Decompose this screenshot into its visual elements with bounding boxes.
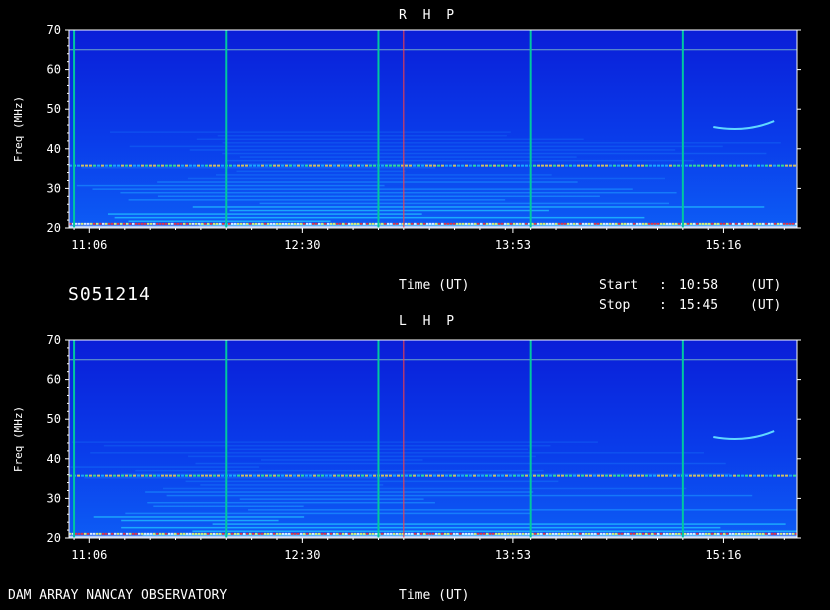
lhp-y-tick-label-50: 50 bbox=[47, 412, 61, 426]
rhp-x-tick-label-0: 11:06 bbox=[71, 238, 107, 252]
rhp-y-tick-label-70: 70 bbox=[47, 23, 61, 37]
rhp-y-tick-label-40: 40 bbox=[47, 142, 61, 156]
lhp-x-tick-label-2: 13:53 bbox=[495, 548, 531, 562]
rhp-x-tick-label-2: 13:53 bbox=[495, 238, 531, 252]
lhp-y-tick-label-40: 40 bbox=[47, 452, 61, 466]
spectrogram-figure: 20 30 40 50 60 70 Freq (MHz) 11:06 12:30 13:53 15:… bbox=[12, 23, 801, 562]
rhp-spectrum-bg bbox=[69, 30, 797, 228]
rhp-y-tick-label-30: 30 bbox=[47, 181, 61, 195]
lhp-y-tick-label-20: 20 bbox=[47, 531, 61, 545]
rhp-x-tick-label-3: 15:16 bbox=[705, 238, 741, 252]
rhp-x-tick-label-1: 12:30 bbox=[284, 238, 320, 252]
lhp-spectrum-bg bbox=[69, 340, 797, 538]
lhp-y-tick-label-60: 60 bbox=[47, 373, 61, 387]
lhp-y-axis-label: Freq (MHz) bbox=[12, 406, 25, 472]
rhp-y-tick-label-20: 20 bbox=[47, 221, 61, 235]
rhp-y-tick-label-50: 50 bbox=[47, 102, 61, 116]
lhp-y-tick-label-30: 30 bbox=[47, 491, 61, 505]
rhp-y-tick-label-60: 60 bbox=[47, 63, 61, 77]
lhp-y-tick-label-70: 70 bbox=[47, 333, 61, 347]
lhp-x-tick-label-0: 11:06 bbox=[71, 548, 107, 562]
lhp-panel: 20 30 40 50 60 70 Freq (MHz) 11:06 12:30 13:53 15:… bbox=[12, 333, 801, 562]
lhp-x-tick-label-3: 15:16 bbox=[705, 548, 741, 562]
lhp-x-tick-label-1: 12:30 bbox=[284, 548, 320, 562]
rhp-panel: 20 30 40 50 60 70 Freq (MHz) 11:06 12:30 13:53 15:… bbox=[12, 23, 801, 252]
rhp-y-axis-label: Freq (MHz) bbox=[12, 96, 25, 162]
